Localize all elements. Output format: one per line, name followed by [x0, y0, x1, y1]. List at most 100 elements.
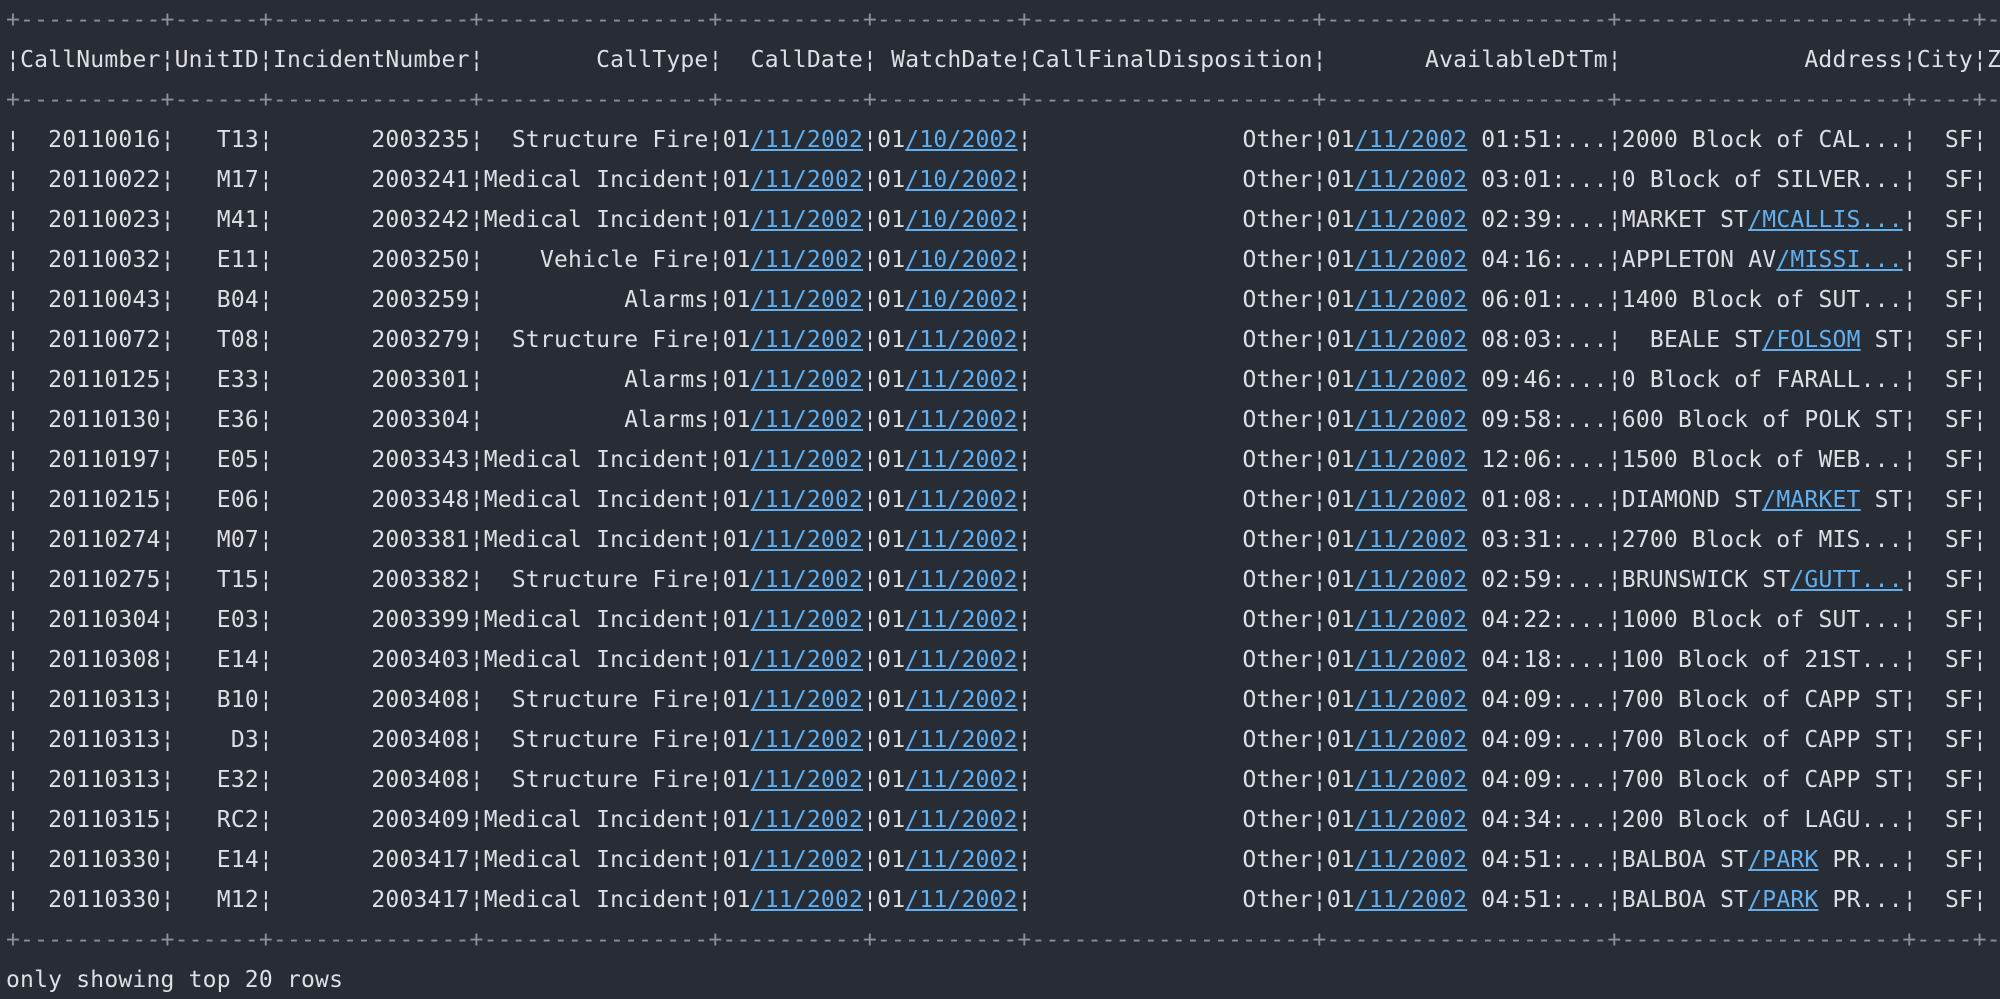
table-row: ¦ 20110016¦ T13¦ 2003235¦ Structure Fire…: [6, 127, 1988, 153]
cell-calltype: Structure Fire: [511, 767, 709, 793]
cell-watchdate: 01: [877, 287, 906, 313]
cell-calldate-link[interactable]: /11/2002: [751, 687, 863, 713]
cell-availabledttm: 01: [1326, 287, 1355, 313]
cell-calldate-link[interactable]: /11/2002: [751, 407, 863, 433]
cell-calldate-link[interactable]: /11/2002: [751, 607, 863, 633]
cell-availabledttm-link[interactable]: /11/2002: [1355, 287, 1467, 313]
cell-calldate-link[interactable]: /11/2002: [751, 647, 863, 673]
cell-availabledttm-link[interactable]: /11/2002: [1355, 167, 1467, 193]
cell-city: SF: [1944, 647, 1974, 673]
cell-calldate-link[interactable]: /11/2002: [751, 447, 863, 473]
cell-availabledttm-link[interactable]: /11/2002: [1355, 807, 1467, 833]
cell-calldate-link[interactable]: /11/2002: [751, 487, 863, 513]
table-row: ¦ 20110023¦ M41¦ 2003242¦Medical Inciden…: [6, 207, 1988, 233]
cell-watchdate-link[interactable]: /11/2002: [905, 687, 1017, 713]
cell-address-link[interactable]: /PARK: [1748, 887, 1818, 913]
cell-availabledttm: 01: [1326, 687, 1355, 713]
cell-calltype: Medical Incident: [483, 527, 709, 553]
cell-watchdate: 01: [877, 887, 906, 913]
cell-watchdate-link[interactable]: /10/2002: [905, 207, 1017, 233]
cell-watchdate-link[interactable]: /10/2002: [905, 127, 1017, 153]
cell-watchdate-link[interactable]: /11/2002: [905, 607, 1017, 633]
cell-availabledttm-link[interactable]: /11/2002: [1355, 687, 1467, 713]
cell-watchdate-link[interactable]: /11/2002: [905, 647, 1017, 673]
cell-availabledttm-link[interactable]: /11/2002: [1355, 847, 1467, 873]
cell-watchdate-link[interactable]: /11/2002: [905, 327, 1017, 353]
cell-address-link[interactable]: /FOLSOM: [1762, 327, 1860, 353]
cell-availabledttm-link[interactable]: /11/2002: [1355, 527, 1467, 553]
cell-calldate-link[interactable]: /11/2002: [751, 247, 863, 273]
cell-incidentnumber: 2003259: [371, 287, 470, 313]
cell-availabledttm-link[interactable]: /11/2002: [1355, 487, 1467, 513]
cell-availabledttm-link[interactable]: /11/2002: [1355, 727, 1467, 753]
cell-calldate-link[interactable]: /11/2002: [751, 727, 863, 753]
cell-watchdate-link[interactable]: /11/2002: [905, 807, 1017, 833]
cell-availabledttm-link[interactable]: /11/2002: [1355, 447, 1467, 473]
cell-calltype: Medical Incident: [483, 847, 709, 873]
cell-calltype: Medical Incident: [483, 167, 709, 193]
cell-watchdate-link[interactable]: /11/2002: [905, 727, 1017, 753]
cell-availabledttm-link[interactable]: /11/2002: [1355, 367, 1467, 393]
cell-calldate-link[interactable]: /11/2002: [751, 207, 863, 233]
cell-calldate-link[interactable]: /11/2002: [751, 767, 863, 793]
cell-watchdate-link[interactable]: /10/2002: [905, 167, 1017, 193]
cell-unitid: T08: [216, 327, 259, 353]
cell-address-link[interactable]: /PARK: [1748, 847, 1818, 873]
cell-watchdate-link[interactable]: /11/2002: [905, 487, 1017, 513]
cell-city: SF: [1944, 127, 1974, 153]
cell-availabledttm-link[interactable]: /11/2002: [1355, 767, 1467, 793]
cell-address-link[interactable]: /MCALLIS...: [1748, 207, 1903, 233]
cell-calldate: 01: [722, 807, 751, 833]
cell-unitid: E06: [216, 487, 259, 513]
cell-availabledttm-link[interactable]: /11/2002: [1355, 887, 1467, 913]
cell-calldate-link[interactable]: /11/2002: [751, 527, 863, 553]
cell-calldate-link[interactable]: /11/2002: [751, 887, 863, 913]
table-row: ¦ 20110130¦ E36¦ 2003304¦ Alarms¦01/11/2…: [6, 407, 1988, 433]
cell-watchdate-link[interactable]: /11/2002: [905, 407, 1017, 433]
cell-calldate-link[interactable]: /11/2002: [751, 367, 863, 393]
cell-calldate-link[interactable]: /11/2002: [751, 327, 863, 353]
cell-availabledttm-link[interactable]: /11/2002: [1355, 567, 1467, 593]
cell-availabledttm-link[interactable]: /11/2002: [1355, 607, 1467, 633]
cell-availabledttm-link[interactable]: /11/2002: [1355, 327, 1467, 353]
cell-watchdate: 01: [877, 727, 906, 753]
cell-availabledttm-link[interactable]: /11/2002: [1355, 647, 1467, 673]
cell-availabledttm: 01: [1326, 727, 1355, 753]
cell-watchdate-link[interactable]: /11/2002: [905, 847, 1017, 873]
cell-availabledttm-link[interactable]: /11/2002: [1355, 127, 1467, 153]
cell-city: SF: [1944, 807, 1974, 833]
cell-incidentnumber: 2003403: [371, 647, 470, 673]
cell-watchdate-link[interactable]: /11/2002: [905, 527, 1017, 553]
cell-watchdate-link[interactable]: /10/2002: [905, 247, 1017, 273]
cell-city: SF: [1944, 407, 1974, 433]
cell-watchdate-link[interactable]: /11/2002: [905, 367, 1017, 393]
cell-availabledttm: 01: [1326, 247, 1355, 273]
cell-address-link[interactable]: /GUTT...: [1790, 567, 1902, 593]
cell-watchdate-link[interactable]: /11/2002: [905, 567, 1017, 593]
cell-calltype: Medical Incident: [483, 487, 709, 513]
cell-calldate-link[interactable]: /11/2002: [751, 287, 863, 313]
cell-address-link[interactable]: /MARKET: [1762, 487, 1860, 513]
cell-incidentnumber: 2003250: [371, 247, 470, 273]
cell-availabledttm: 02:39:...: [1467, 207, 1608, 233]
cell-address-link[interactable]: /MISSI...: [1776, 247, 1902, 273]
cell-availabledttm-link[interactable]: /11/2002: [1355, 247, 1467, 273]
cell-calldate-link[interactable]: /11/2002: [751, 847, 863, 873]
cell-calltype: Medical Incident: [483, 607, 709, 633]
cell-watchdate-link[interactable]: /11/2002: [905, 887, 1017, 913]
cell-calldate-link[interactable]: /11/2002: [751, 167, 863, 193]
table-row: ¦ 20110308¦ E14¦ 2003403¦Medical Inciden…: [6, 647, 1988, 673]
cell-watchdate-link[interactable]: /11/2002: [905, 767, 1017, 793]
cell-incidentnumber: 2003417: [371, 887, 470, 913]
cell-availabledttm-link[interactable]: /11/2002: [1355, 407, 1467, 433]
cell-watchdate-link[interactable]: /10/2002: [905, 287, 1017, 313]
cell-calldate-link[interactable]: /11/2002: [751, 807, 863, 833]
cell-watchdate: 01: [877, 207, 906, 233]
cell-calldate-link[interactable]: /11/2002: [751, 127, 863, 153]
cell-availabledttm-link[interactable]: /11/2002: [1355, 207, 1467, 233]
cell-calldate-link[interactable]: /11/2002: [751, 567, 863, 593]
cell-watchdate-link[interactable]: /11/2002: [905, 447, 1017, 473]
cell-availabledttm: 09:58:...: [1467, 407, 1608, 433]
cell-incidentnumber: 2003348: [371, 487, 470, 513]
table-border: +----------+------+--------------+------…: [6, 7, 2000, 33]
